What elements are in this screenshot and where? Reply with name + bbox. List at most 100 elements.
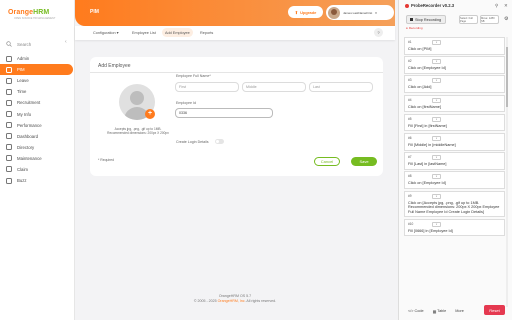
add-employee-card: Add Employee + Accepts jpg, .png, .gif u…: [90, 57, 383, 176]
step-number: #6: [408, 135, 412, 140]
table-button[interactable]: ▦ Table: [430, 309, 450, 314]
step-item[interactable]: #6 ▾ Fill [Middle] in [middleName]: [404, 132, 505, 151]
nav-item-recruitment[interactable]: Recruitment: [0, 97, 75, 108]
step-action-dropdown[interactable]: ▾: [432, 193, 441, 199]
nav-label: Time: [17, 89, 27, 95]
step-item[interactable]: #3 ▾ Click on [Add]: [404, 75, 505, 93]
nav-item-performance[interactable]: Performance: [0, 120, 75, 131]
nav-item-leave[interactable]: Leave: [0, 75, 75, 86]
maintenance-icon: [6, 155, 12, 162]
add-photo-button[interactable]: +: [145, 109, 155, 119]
sidebar: OrangeHRM OPEN SOURCE HR MANAGEMENT Sear…: [0, 0, 75, 320]
step-text: Click on [Add]: [408, 85, 432, 90]
step-action-dropdown[interactable]: ▾: [432, 97, 441, 103]
recording-status-text: Recording: [408, 26, 423, 30]
create-login-toggle[interactable]: [215, 139, 224, 144]
upgrade-icon: ⬆: [294, 9, 299, 15]
move-menu[interactable]: Move: 1280 SB: [480, 15, 499, 24]
footer-copyright: © 2005 - 2025 OrangeHRM, Inc. All rights…: [75, 299, 395, 304]
reset-button[interactable]: Reset: [484, 305, 505, 315]
nav-item-directory[interactable]: Directory: [0, 142, 75, 153]
cancel-button[interactable]: Cancel: [314, 157, 340, 166]
code-button[interactable]: </> Code: [405, 309, 427, 313]
scrollbar-thumb[interactable]: [506, 47, 508, 107]
stop-recording-button[interactable]: Stop Recording: [406, 15, 446, 24]
performance-icon: [6, 122, 12, 129]
time-icon: [6, 88, 12, 95]
step-item[interactable]: #10 ▾ Fill [0666] in [Employee Id]: [404, 218, 505, 237]
help-button[interactable]: ?: [374, 28, 383, 37]
tab-add-employee[interactable]: Add Employee: [162, 28, 193, 37]
step-action-dropdown[interactable]: ▾: [432, 40, 441, 45]
step-item[interactable]: #8 ▾ Click on [Employee Id]: [404, 171, 505, 189]
step-item[interactable]: #9 ▾ Click on [Accepts jpg, .png, .gif up …: [404, 190, 505, 218]
tab-configuration[interactable]: Configuration ▾: [90, 28, 122, 37]
nav-item-time[interactable]: Time: [0, 86, 75, 97]
employee-id-input[interactable]: 0336: [175, 108, 273, 118]
tab-employee-list[interactable]: Employee List: [129, 28, 159, 37]
sub-navigation: Configuration ▾ Employee List Add Employ…: [75, 26, 395, 40]
orangehrm-link[interactable]: OrangeHRM, Inc: [218, 299, 245, 303]
step-action-dropdown[interactable]: ▾: [432, 174, 441, 180]
recorder-logo-icon: [405, 3, 409, 8]
tab-reports[interactable]: Reports: [197, 28, 216, 37]
collapse-sidebar-icon[interactable]: ‹: [65, 39, 71, 45]
create-login-label: Create Login Details: [176, 140, 209, 144]
search-icon: [6, 41, 12, 47]
orangehrm-logo[interactable]: OrangeHRM: [8, 9, 49, 16]
nav-item-buzz[interactable]: Buzz: [0, 175, 75, 186]
upgrade-button[interactable]: ⬆ Upgrade: [288, 6, 323, 18]
nav-item-my-info[interactable]: My Info: [0, 108, 75, 119]
recording-status: ● Recording: [406, 26, 423, 30]
pin-icon[interactable]: ⚲: [495, 3, 498, 9]
step-action-dropdown[interactable]: ▾: [432, 155, 441, 161]
first-name-input[interactable]: First: [175, 82, 239, 92]
tab-label: Add Employee: [165, 30, 190, 35]
step-number: #10: [408, 221, 414, 226]
nav-item-admin[interactable]: Admin: [0, 53, 75, 64]
claim-icon: [6, 166, 12, 173]
nav-label: Leave: [17, 78, 29, 84]
step-number: #3: [408, 78, 412, 83]
close-icon[interactable]: ✕: [504, 3, 508, 9]
recorder-title-text: ProbeRecorder v0.2.3: [411, 3, 455, 8]
nav-item-dashboard[interactable]: Dashboard: [0, 131, 75, 142]
step-text: Click on [PIM]: [408, 47, 432, 51]
step-item[interactable]: #1 ▾ Click on [PIM]: [404, 37, 505, 55]
nav-item-pim[interactable]: PIM: [0, 64, 73, 76]
step-action-dropdown[interactable]: ▾: [432, 135, 441, 141]
directory-icon: [6, 144, 12, 151]
more-label: More: [455, 309, 464, 313]
user-dropdown[interactable]: James LastNameFirst ▾: [326, 5, 394, 20]
logo-tagline: OPEN SOURCE HR MANAGEMENT: [14, 17, 56, 20]
step-action-dropdown[interactable]: ▾: [432, 221, 441, 227]
last-name-input[interactable]: Last: [309, 82, 373, 92]
steps-scrollbar[interactable]: [506, 37, 508, 307]
nav-label: PIM: [17, 67, 25, 73]
tab-label: Reports: [200, 30, 214, 35]
gear-icon[interactable]: ⚙: [504, 16, 508, 22]
buzz-icon: [6, 177, 12, 184]
search-input[interactable]: Search: [6, 39, 31, 49]
nav-item-claim[interactable]: Claim: [0, 164, 75, 175]
select-menu[interactable]: Select: Full Page: [459, 15, 478, 24]
dashboard-icon: [6, 133, 12, 140]
step-action-dropdown[interactable]: ▾: [432, 78, 441, 84]
more-button[interactable]: More: [452, 309, 467, 313]
step-item[interactable]: #2 ▾ Click on [Employee Id]: [404, 56, 505, 74]
pim-icon: [6, 66, 12, 73]
main-menu: Admin PIM Leave Time Recruitment My Info…: [0, 53, 75, 186]
middle-name-input[interactable]: Middle: [242, 82, 306, 92]
step-text: Fill [First] in [firstName]: [408, 123, 447, 128]
step-item[interactable]: #5 ▾ Fill [First] in [firstName]: [404, 113, 505, 132]
nav-item-maintenance[interactable]: Maintenance: [0, 153, 75, 164]
chevron-down-icon: ▾: [116, 31, 119, 35]
footer: OrangeHRM OS 5.7 © 2005 - 2025 OrangeHRM…: [75, 294, 395, 304]
step-action-dropdown[interactable]: ▾: [432, 59, 441, 65]
step-item[interactable]: #4 ▾ Click on [firstName]: [404, 94, 505, 113]
step-action-dropdown[interactable]: ▾: [432, 116, 441, 122]
save-button[interactable]: Save: [351, 157, 377, 166]
photo-hint: Accepts jpg, .png, .gif up to 1MB. Recom…: [107, 127, 169, 136]
step-item[interactable]: #7 ▾ Fill [Last] in [lastName]: [404, 152, 505, 170]
table-label: Table: [437, 309, 447, 313]
